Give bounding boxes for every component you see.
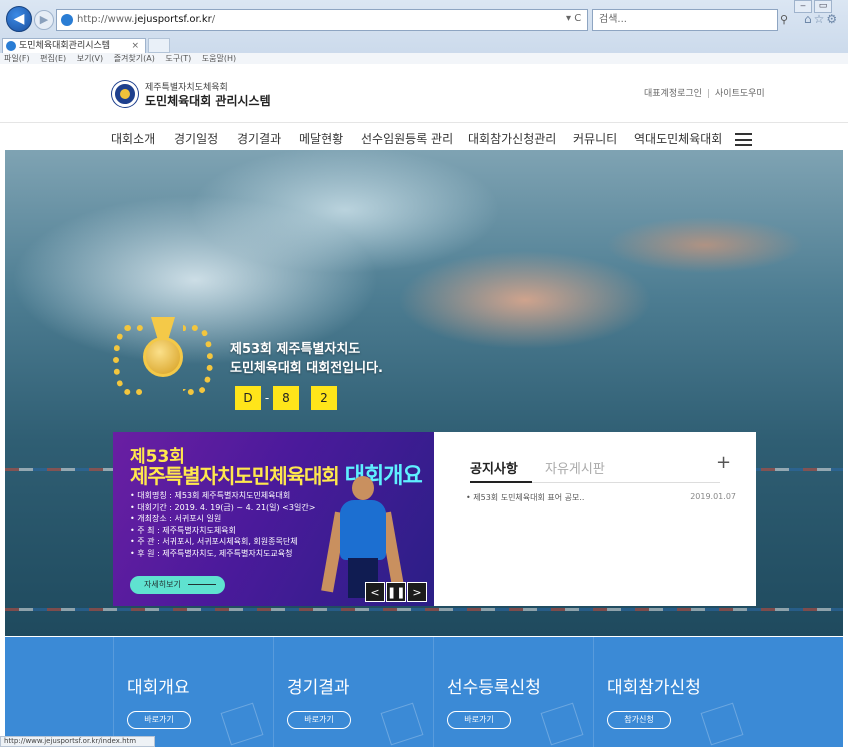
go-button[interactable]: 바로가기 xyxy=(287,711,351,729)
browser-chrome: ◀ ▶ http://www.jejusportsf.or.kr/ ▾ C 검색… xyxy=(0,0,848,64)
banner-detail-line: • 대회기간 : 2019. 4. 19(금) ~ 4. 21(일) <3일간> xyxy=(130,502,316,512)
notice-title[interactable]: • 제53회 도민체육대회 표어 공모.. xyxy=(466,493,584,502)
quick-link-title: 대회참가신청 xyxy=(607,678,701,698)
decor-icon xyxy=(380,702,424,746)
decor-icon xyxy=(540,702,584,746)
tab-notice[interactable]: 공지사항 xyxy=(470,458,518,477)
next-slide-button[interactable]: > xyxy=(407,582,427,602)
banner-detail-line: • 대회명칭 : 제53회 제주특별자치도민체육대회 xyxy=(130,491,291,500)
menu-file[interactable]: 파일(F) xyxy=(4,54,30,63)
minimize-button[interactable]: ‒ xyxy=(794,0,812,13)
banner-details: • 대회명칭 : 제53회 제주특별자치도민체육대회 • 대회기간 : 2019… xyxy=(130,490,315,559)
banner-detail-line: • 개최장소 : 서귀포시 일원 xyxy=(130,514,222,523)
ie-icon xyxy=(6,41,16,51)
window-controls: ‒ ▭ xyxy=(792,0,832,14)
address-suffix: / xyxy=(211,14,216,25)
browser-search-input[interactable]: 검색... xyxy=(592,9,778,31)
menu-edit[interactable]: 편집(E) xyxy=(40,54,66,63)
more-plus-icon[interactable]: + xyxy=(716,452,731,473)
new-tab-button[interactable] xyxy=(148,38,170,53)
nav-item-registration[interactable]: 선수임원등록 관리 xyxy=(361,130,453,147)
pause-slide-button[interactable]: ❚❚ xyxy=(386,582,406,602)
banner-headline-main: 제주특별자치도민체육대회 xyxy=(130,464,340,488)
close-icon[interactable]: × xyxy=(131,39,139,53)
address-bar[interactable]: http://www.jejusportsf.or.kr/ xyxy=(56,9,588,31)
list-item[interactable]: • 제53회 도민체육대회 표어 공모.. 2019.01.07 xyxy=(466,492,736,503)
site-help-link[interactable]: 사이트도우미 xyxy=(715,89,765,99)
banner-detail-line: • 주 관 : 서귀포시, 서귀포시체육회, 회원종목단체 xyxy=(130,537,298,546)
view-more-button[interactable]: 자세히보기 xyxy=(130,576,225,594)
menu-favorites[interactable]: 즐겨찾기(A) xyxy=(114,54,155,63)
maximize-button[interactable]: ▭ xyxy=(814,0,832,13)
nav-item-history[interactable]: 역대도민체육대회 xyxy=(634,130,722,147)
nav-item-schedule[interactable]: 경기일정 xyxy=(174,130,218,147)
lane-rope xyxy=(5,608,843,611)
tab-free-board[interactable]: 자유게시판 xyxy=(545,458,605,477)
refresh-button[interactable]: ▾ C xyxy=(566,9,588,31)
go-button[interactable]: 바로가기 xyxy=(447,711,511,729)
logo-emblem-icon[interactable] xyxy=(112,81,138,107)
hamburger-menu-icon[interactable] xyxy=(735,133,752,146)
status-bar: http://www.jejusportsf.or.kr/index.htm xyxy=(0,736,155,747)
rep-login-link[interactable]: 대표계정로그인 xyxy=(644,89,702,99)
address-domain: jejusportsf.or.kr xyxy=(134,14,212,25)
hero-title-line2: 도민체육대회 대회전입니다. xyxy=(230,361,383,376)
decor-icon xyxy=(220,702,264,746)
banner-detail-line: • 후 원 : 제주특별자치도, 제주특별자치도교육청 xyxy=(130,548,293,558)
notice-date: 2019.01.07 xyxy=(690,492,736,501)
notice-divider xyxy=(470,481,720,483)
top-links: 대표계정로그인 | 사이트도우미 xyxy=(644,86,765,99)
menu-help[interactable]: 도움말(H) xyxy=(202,54,236,63)
favorites-icons[interactable]: ⌂☆⚙ xyxy=(804,12,839,26)
system-name[interactable]: 도민체육대회 관리시스템 xyxy=(145,92,271,109)
address-prefix: http://www. xyxy=(77,14,135,25)
forward-button[interactable]: ▶ xyxy=(34,10,54,30)
top-links-separator: | xyxy=(706,89,711,99)
quick-link-results[interactable]: 경기결과 바로가기 xyxy=(273,637,433,747)
gold-medal-icon xyxy=(113,315,213,405)
go-button[interactable]: 바로가기 xyxy=(127,711,191,729)
dday-counter: D - 8 2 xyxy=(235,386,337,410)
menu-tools[interactable]: 도구(T) xyxy=(165,54,191,63)
banner-detail-line: • 주 최 : 제주특별자치도체육회 xyxy=(130,525,236,535)
tab-title: 도민체육대회관리시스템 xyxy=(19,41,111,51)
hero-title: 제53회 제주특별자치도 도민체육대회 대회전입니다. xyxy=(230,340,383,378)
event-overview-banner[interactable]: 제53회 제주특별자치도민체육대회 대회개요 • 대회명칭 : 제53회 제주특… xyxy=(113,432,434,606)
quick-link-title: 대회개요 xyxy=(127,678,190,698)
notice-board: 공지사항 자유게시판 + • 제53회 도민체육대회 표어 공모.. 2019.… xyxy=(434,432,756,606)
menu-view[interactable]: 보기(V) xyxy=(77,54,103,63)
apply-button[interactable]: 참가신청 xyxy=(607,711,671,729)
nav-item-medals[interactable]: 메달현황 xyxy=(299,130,343,147)
quick-links: 대회개요 바로가기 경기결과 바로가기 선수등록신청 바로가기 대회참가신청 참… xyxy=(5,637,843,747)
hero-title-line1: 제53회 제주특별자치도 xyxy=(230,342,361,357)
quick-link-entry[interactable]: 대회참가신청 참가신청 xyxy=(593,637,753,747)
dday-digit: 8 xyxy=(273,386,299,410)
prev-slide-button[interactable]: < xyxy=(365,582,385,602)
menu-bar: 파일(F) 편집(E) 보기(V) 즐겨찾기(A) 도구(T) 도움말(H) xyxy=(0,53,848,64)
slide-controls: < ❚❚ > xyxy=(364,582,427,602)
quick-link-title: 선수등록신청 xyxy=(447,678,541,698)
browser-tab[interactable]: 도민체육대회관리시스템 × xyxy=(2,38,146,53)
dday-separator: - xyxy=(264,391,270,405)
ie-icon xyxy=(61,14,73,26)
nav-item-community[interactable]: 커뮤니티 xyxy=(573,130,617,147)
nav-item-entry[interactable]: 대회참가신청관리 xyxy=(468,130,556,147)
dday-digit: 2 xyxy=(311,386,337,410)
dday-letter: D xyxy=(235,386,261,410)
back-button[interactable]: ◀ xyxy=(6,6,32,32)
decor-icon xyxy=(700,702,744,746)
quick-link-overview[interactable]: 대회개요 바로가기 xyxy=(113,637,273,747)
quick-link-title: 경기결과 xyxy=(287,678,350,698)
nav-item-intro[interactable]: 대회소개 xyxy=(111,130,155,147)
quick-link-athlete-registration[interactable]: 선수등록신청 바로가기 xyxy=(433,637,593,747)
nav-item-results[interactable]: 경기결과 xyxy=(237,130,281,147)
